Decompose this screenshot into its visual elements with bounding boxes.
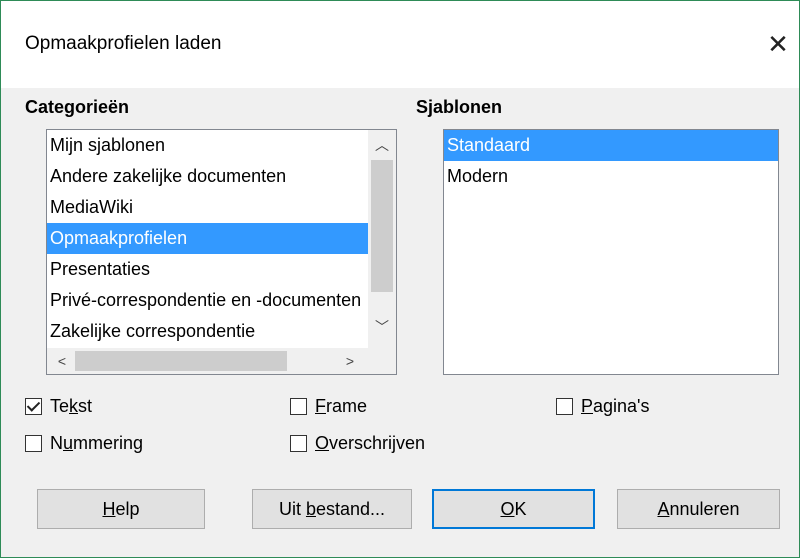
checkbox-box[interactable] xyxy=(290,397,307,415)
checkbox-box[interactable] xyxy=(556,397,573,415)
text-checkbox-label: Tekst xyxy=(50,395,93,416)
text-checkbox[interactable]: Tekst xyxy=(25,393,92,419)
chevron-right-icon[interactable]: > xyxy=(339,350,361,372)
chevron-left-icon[interactable]: < xyxy=(51,350,73,372)
category-list-item[interactable]: Privé-correspondentie en -documenten xyxy=(47,285,396,316)
categories-vertical-scrollbar[interactable]: ︿ ﹀ xyxy=(368,130,396,348)
scrollbar-corner xyxy=(368,348,396,374)
template-list-item[interactable]: Standaard xyxy=(444,130,778,161)
pages-checkbox-label: Pagina's xyxy=(581,395,650,416)
pages-checkbox[interactable]: Pagina's xyxy=(556,393,650,419)
template-list-item[interactable]: Modern xyxy=(444,161,778,192)
templates-items: Standaard Modern xyxy=(444,130,778,192)
templates-label: Sjablonen xyxy=(416,97,503,117)
categories-label: Categorieën xyxy=(25,97,130,117)
numbering-checkbox-label: Nummering xyxy=(50,432,144,453)
category-list-item[interactable]: Andere zakelijke documenten xyxy=(47,161,396,192)
checkbox-box[interactable] xyxy=(290,434,307,452)
templates-listbox[interactable]: Standaard Modern xyxy=(443,129,779,375)
overwrite-checkbox[interactable]: Overschrijven xyxy=(290,430,425,456)
help-button[interactable]: Help xyxy=(37,489,205,529)
dialog-window: Opmaakprofielen laden ✕ Categorieën Mijn… xyxy=(0,0,800,558)
chevron-down-icon[interactable]: ﹀ xyxy=(371,316,393,338)
numbering-checkbox[interactable]: Nummering xyxy=(25,430,143,456)
frame-checkbox-label: Frame xyxy=(315,395,368,416)
dialog-title: Opmaakprofielen laden xyxy=(25,33,222,54)
categories-items: Mijn sjablonen Andere zakelijke documente… xyxy=(47,130,396,347)
checkbox-box[interactable] xyxy=(25,434,42,452)
horizontal-scroll-thumb[interactable] xyxy=(75,351,287,371)
category-list-item[interactable]: Opmaakprofielen xyxy=(47,223,396,254)
categories-horizontal-scrollbar[interactable]: < > xyxy=(47,348,396,374)
from-file-button[interactable]: Uit bestand... xyxy=(252,489,412,529)
close-icon[interactable]: ✕ xyxy=(763,29,793,59)
categories-listbox[interactable]: Mijn sjablonen Andere zakelijke documente… xyxy=(46,129,397,375)
title-bar: Opmaakprofielen laden ✕ xyxy=(1,1,799,88)
checkmark-icon[interactable] xyxy=(25,397,42,415)
chevron-up-icon[interactable]: ︿ xyxy=(371,134,393,156)
overwrite-checkbox-label: Overschrijven xyxy=(315,432,426,453)
category-list-item[interactable]: Mijn sjablonen xyxy=(47,130,396,161)
frame-checkbox[interactable]: Frame xyxy=(290,393,367,419)
category-list-item[interactable]: Zakelijke correspondentie xyxy=(47,316,396,347)
category-list-item[interactable]: MediaWiki xyxy=(47,192,396,223)
ok-button[interactable]: OK xyxy=(432,489,595,529)
vertical-scroll-thumb[interactable] xyxy=(371,160,393,292)
category-list-item[interactable]: Presentaties xyxy=(47,254,396,285)
cancel-button[interactable]: Annuleren xyxy=(617,489,780,529)
